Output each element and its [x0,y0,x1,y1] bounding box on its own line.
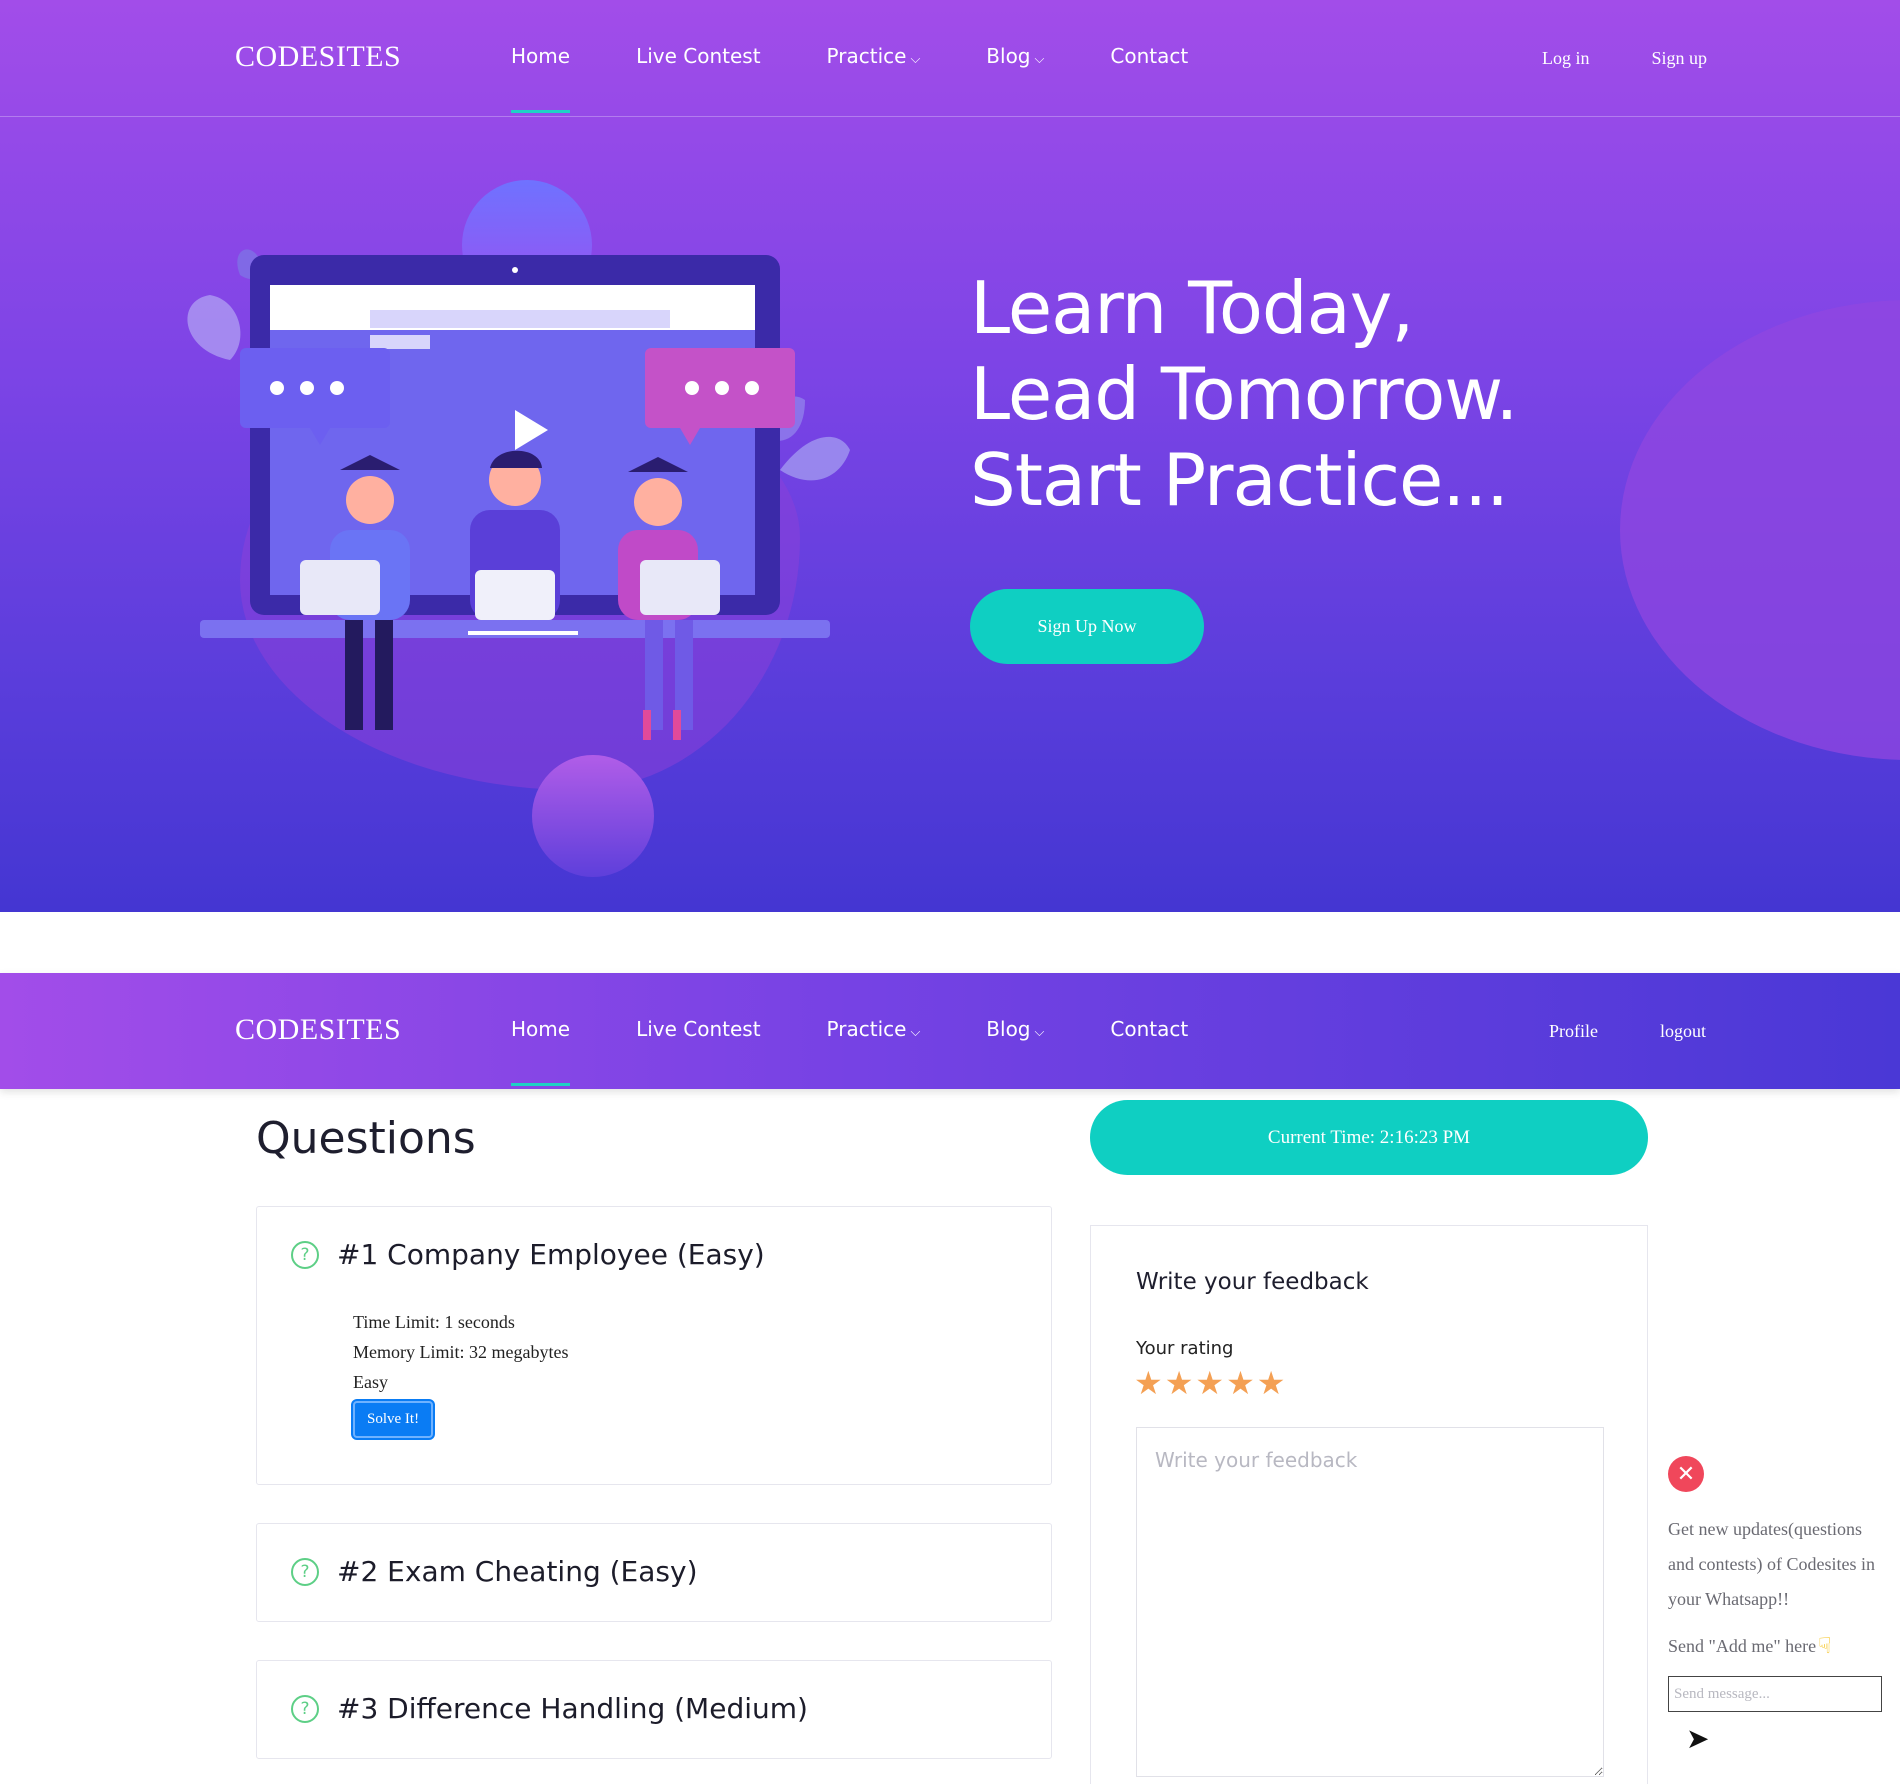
question-title: #2 Exam Cheating (Easy) [337,1555,698,1588]
decorative-ball [532,755,654,877]
solve-it-button[interactable]: Solve It! [353,1401,434,1438]
whatsapp-message-input[interactable] [1668,1676,1882,1712]
question-card[interactable]: ? #2 Exam Cheating (Easy) [256,1523,1052,1622]
main-menu: Home Live Contest Practice ⌵ Blog ⌵ Contac… [511,44,1254,113]
hand-pointing-down-icon: ☟ [1818,1633,1832,1658]
signup-now-button[interactable]: Sign Up Now [970,589,1204,664]
nav-practice[interactable]: Practice ⌵ [827,1017,921,1041]
nav-live-contest[interactable]: Live Contest [636,1017,760,1041]
nav-contact[interactable]: Contact [1110,44,1188,68]
chevron-down-icon: ⌵ [1034,52,1045,67]
question-header[interactable]: ? #3 Difference Handling (Medium) [291,1692,808,1725]
hero-headline-line: Lead Tomorrow. [970,352,1518,436]
nav-practice-label: Practice [826,44,907,68]
top-navbar: CODESITES Home Live Contest Practice ⌵ Bl… [0,0,1900,117]
hero-headline: Learn Today, Lead Tomorrow. Start Practi… [970,265,1518,523]
question-header[interactable]: ? #2 Exam Cheating (Easy) [291,1555,698,1588]
whatsapp-widget: ✕ Get new updates(questions and contests… [1668,1456,1890,1755]
nav-home-label: Home [511,44,571,68]
whatsapp-promo-text: Get new updates(questions and contests) … [1668,1519,1875,1609]
memory-limit: Memory Limit: 32 megabytes [353,1342,569,1362]
chevron-down-icon: ⌵ [910,1025,921,1040]
whatsapp-send-label: Send "Add me" here ☟ [1668,1633,1890,1659]
time-limit: Time Limit: 1 seconds [353,1312,515,1332]
nav-practice-label: Practice [826,1017,907,1041]
question-circle-icon: ? [291,1557,319,1586]
feedback-panel: Write your feedback Your rating ★ ★ ★ ★ … [1090,1225,1648,1784]
nav-blog[interactable]: Blog ⌵ [986,1017,1044,1041]
nav-blog[interactable]: Blog ⌵ [986,44,1044,68]
students-laptop-illustration [187,249,850,740]
questions-heading: Questions [256,1113,476,1164]
signup-link[interactable]: Sign up [1652,48,1708,69]
rating-label: Your rating [1136,1338,1234,1359]
chevron-down-icon: ⌵ [1034,1025,1045,1040]
brand-logo[interactable]: CODESITES [235,1013,401,1047]
nav-home[interactable]: Home [511,44,571,113]
nav-home-label: Home [511,1017,571,1041]
login-link[interactable]: Log in [1542,48,1590,69]
star-icon[interactable]: ★ [1257,1364,1286,1402]
current-time-display: Current Time: 2:16:23 PM [1090,1100,1648,1175]
question-card[interactable]: ? #1 Company Employee (Easy) Time Limit:… [256,1206,1052,1485]
feedback-title: Write your feedback [1136,1269,1369,1295]
question-card[interactable]: ? #3 Difference Handling (Medium) [256,1660,1052,1759]
star-icon[interactable]: ★ [1226,1364,1255,1402]
logout-link[interactable]: logout [1660,1021,1706,1042]
close-icon[interactable]: ✕ [1668,1456,1704,1492]
hero-headline-line: Learn Today, [970,266,1414,350]
star-icon[interactable]: ★ [1165,1364,1194,1402]
brand-logo[interactable]: CODESITES [235,40,401,74]
hero-section: CODESITES Home Live Contest Practice ⌵ Bl… [0,0,1900,912]
nav-live-contest[interactable]: Live Contest [636,44,760,68]
auth-links: Log in Sign up [1542,48,1707,69]
nav-contact[interactable]: Contact [1110,1017,1188,1041]
nav-practice[interactable]: Practice ⌵ [827,44,921,68]
question-circle-icon: ? [291,1694,319,1723]
nav-blog-label: Blog [986,1017,1031,1041]
main-menu: Home Live Contest Practice ⌵ Blog ⌵ Contac… [511,1017,1254,1086]
send-label-text: Send "Add me" here [1668,1635,1817,1656]
profile-link[interactable]: Profile [1549,1021,1598,1042]
question-header[interactable]: ? #1 Company Employee (Easy) [291,1238,765,1271]
star-rating[interactable]: ★ ★ ★ ★ ★ [1134,1364,1287,1402]
question-details: Time Limit: 1 seconds Memory Limit: 32 m… [353,1307,568,1438]
nav-live-contest-label: Live Contest [636,44,761,68]
nav-contact-label: Contact [1110,1017,1189,1041]
feedback-textarea[interactable] [1136,1427,1604,1777]
star-icon[interactable]: ★ [1134,1364,1163,1402]
question-circle-icon: ? [291,1240,319,1269]
decorative-circle [1620,300,1900,760]
send-icon[interactable]: ➤ [1686,1722,1890,1755]
user-links: Profile logout [1549,1021,1706,1042]
question-title: #1 Company Employee (Easy) [337,1238,765,1271]
nav-blog-label: Blog [986,44,1031,68]
difficulty: Easy [353,1372,388,1392]
hero-headline-line: Start Practice... [970,438,1509,522]
question-title: #3 Difference Handling (Medium) [337,1692,808,1725]
sticky-navbar: CODESITES Home Live Contest Practice ⌵ Bl… [0,973,1900,1089]
nav-contact-label: Contact [1110,44,1189,68]
nav-live-contest-label: Live Contest [636,1017,761,1041]
nav-home[interactable]: Home [511,1017,571,1086]
chevron-down-icon: ⌵ [910,52,921,67]
star-icon[interactable]: ★ [1195,1364,1224,1402]
